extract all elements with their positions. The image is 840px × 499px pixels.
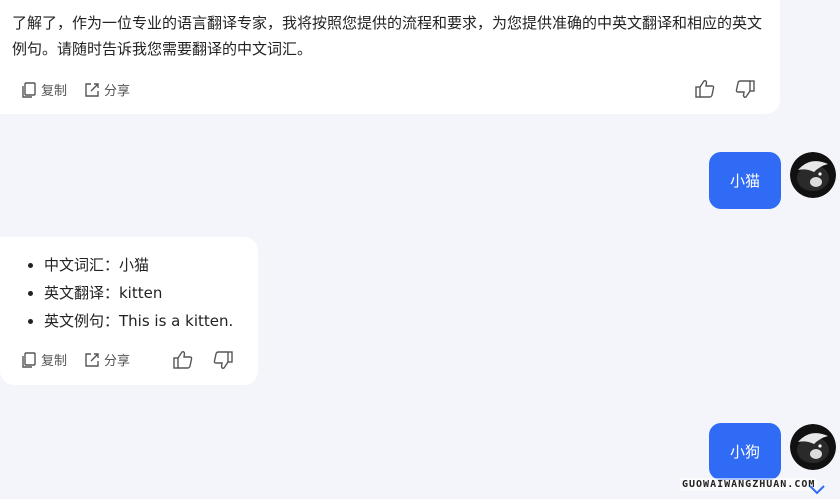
user-message-text: 小猫 (729, 172, 760, 190)
share-button[interactable]: 分享 (83, 80, 130, 99)
like-button[interactable] (172, 349, 194, 371)
feedback-buttons (172, 349, 234, 371)
feedback-buttons (694, 78, 756, 100)
avatar (790, 152, 836, 198)
watermark: GUOWAIWANGZHUAN.COM (680, 478, 818, 491)
avatar (790, 424, 836, 470)
chevron-down-icon (809, 485, 825, 495)
share-button[interactable]: 分享 (83, 350, 130, 369)
list-item: 中文词汇：小猫 (44, 251, 233, 279)
message-actions: 复制 分享 (20, 350, 146, 369)
user-message: 小狗 (709, 423, 781, 480)
dislike-button[interactable] (734, 78, 756, 100)
thumbs-down-icon (735, 80, 755, 98)
translation-list: 中文词汇：小猫 英文翻译：kitten 英文例句：This is a kitte… (0, 251, 233, 335)
user-message-text: 小狗 (729, 443, 760, 461)
copy-icon (22, 351, 36, 368)
thumbs-up-icon (173, 351, 193, 369)
ai-message: 了解了，作为一位专业的语言翻译专家，我将按照您提供的流程和要求，为您提供准确的中… (0, 0, 780, 114)
copy-icon (22, 81, 36, 98)
copy-button[interactable]: 复制 (20, 80, 67, 99)
user-message: 小猫 (709, 152, 781, 209)
thumbs-up-icon (695, 80, 715, 98)
thumbs-down-icon (213, 351, 233, 369)
copy-button[interactable]: 复制 (20, 350, 67, 369)
scroll-down-button[interactable] (808, 482, 826, 499)
list-item: 英文例句：This is a kitten. (44, 307, 233, 335)
chat-page: 了解了，作为一位专业的语言翻译专家，我将按照您提供的流程和要求，为您提供准确的中… (0, 0, 840, 499)
ai-message-text: 了解了，作为一位专业的语言翻译专家，我将按照您提供的流程和要求，为您提供准确的中… (12, 14, 763, 58)
share-label: 分享 (104, 354, 131, 369)
copy-label: 复制 (41, 84, 68, 99)
share-icon (85, 352, 99, 367)
share-label: 分享 (104, 84, 131, 99)
list-item: 英文翻译：kitten (44, 279, 233, 307)
dislike-button[interactable] (212, 349, 234, 371)
share-icon (85, 82, 99, 97)
like-button[interactable] (694, 78, 716, 100)
copy-label: 复制 (41, 354, 68, 369)
message-actions: 复制 分享 (20, 80, 146, 99)
ai-message: 中文词汇：小猫 英文翻译：kitten 英文例句：This is a kitte… (0, 237, 258, 385)
